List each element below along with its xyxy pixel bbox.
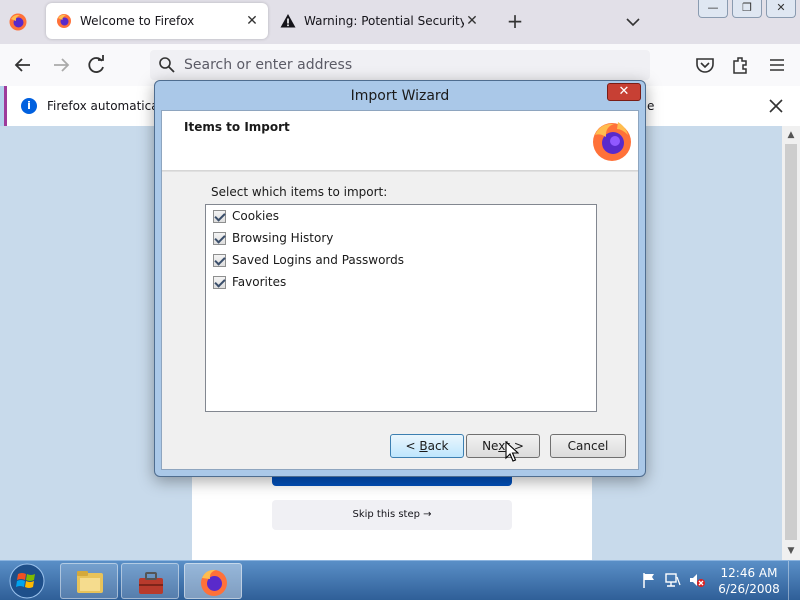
import-item-saved-logins[interactable]: Saved Logins and Passwords [213,251,404,269]
back-arrow-icon[interactable] [12,55,34,75]
item-label: Cookies [232,209,279,223]
checkbox-checked[interactable] [213,253,226,267]
item-label: Favorites [232,275,287,289]
maximize-button[interactable]: ❐ [732,0,762,18]
minimize-button[interactable]: — [698,0,728,18]
start-button-icon[interactable] [4,562,50,600]
hamburger-menu-icon[interactable] [766,55,788,75]
scroll-up-icon[interactable]: ▲ [786,130,796,140]
taskbar-explorer[interactable] [60,563,118,599]
checkbox-checked[interactable] [213,209,226,223]
firefox-icon [201,569,227,596]
scrollbar-thumb[interactable] [785,144,797,540]
close-icon[interactable] [768,98,784,114]
search-icon [159,57,175,73]
firefox-logo-icon [593,122,631,161]
system-clock[interactable]: 12:46 AM 6/26/2008 [714,565,784,597]
checkbox-checked[interactable] [213,275,226,289]
close-tab-icon[interactable]: ✕ [464,13,480,29]
cancel-button[interactable]: Cancel [550,434,626,458]
notification-text-tail: e [647,99,655,113]
header-divider [162,171,638,172]
taskbar-toolbox[interactable] [121,563,179,599]
dialog-close-button[interactable]: ✕ [607,83,641,101]
tab-security-warning[interactable]: Warning: Potential Security Risk ✕ [272,3,488,39]
extensions-icon[interactable] [730,55,752,75]
import-item-favorites[interactable]: Favorites [213,273,286,291]
warning-icon [280,14,296,28]
taskbar-firefox[interactable] [184,563,242,599]
wizard-header: Items to Import [162,111,638,171]
info-icon: i [21,98,37,114]
import-items-list: Cookies Browsing History Saved Logins an… [205,204,597,412]
chevron-down-icon[interactable] [624,14,642,30]
scroll-down-icon[interactable]: ▼ [786,546,796,556]
explorer-icon [77,571,103,593]
import-item-browsing-history[interactable]: Browsing History [213,229,333,247]
import-item-cookies[interactable]: Cookies [213,207,279,225]
address-bar[interactable]: Search or enter address [150,50,650,80]
checkbox-checked[interactable] [213,231,226,245]
address-placeholder: Search or enter address [184,57,353,73]
action-center-flag-icon[interactable] [640,571,658,589]
clock-time: 12:46 AM [720,566,778,580]
vertical-scrollbar[interactable]: ▲ ▼ [782,126,800,560]
taskbar: 12:46 AM 6/26/2008 [0,560,800,600]
close-tab-icon[interactable]: ✕ [244,13,260,29]
volume-muted-icon[interactable] [688,571,706,589]
tab-label: Welcome to Firefox [80,14,195,28]
skip-step-button[interactable]: Skip this step → [272,500,512,530]
network-icon[interactable] [664,571,682,589]
tab-welcome[interactable]: Welcome to Firefox ✕ [46,3,268,39]
next-button[interactable]: Next > [466,434,540,458]
forward-arrow-icon[interactable] [50,55,72,75]
clock-date: 6/26/2008 [718,582,780,596]
dialog-title: Import Wizard [350,88,450,104]
wizard-page-title: Items to Import [184,120,290,134]
system-tray [640,571,706,589]
import-wizard-dialog: Import Wizard ✕ Items to Import Select w… [154,80,646,477]
item-label: Browsing History [232,231,334,245]
window-controls: — ❐ ✕ [698,0,796,18]
select-items-label: Select which items to import: [211,185,388,199]
dialog-body: Items to Import Select which items to im… [161,110,639,470]
reload-icon[interactable] [86,55,108,75]
firefox-icon[interactable] [8,12,28,32]
show-desktop-button[interactable] [788,561,800,600]
new-tab-button[interactable]: + [504,11,526,33]
close-window-button[interactable]: ✕ [766,0,796,18]
pocket-icon[interactable] [694,55,716,75]
tab-strip: Welcome to Firefox ✕ Warning: Potential … [0,0,800,44]
back-button[interactable]: < Back [390,434,464,458]
firefox-icon [57,14,71,28]
item-label: Saved Logins and Passwords [232,253,405,267]
tab-label: Warning: Potential Security Risk [304,14,464,28]
toolbox-icon [139,572,163,594]
mouse-cursor-icon [505,441,519,462]
